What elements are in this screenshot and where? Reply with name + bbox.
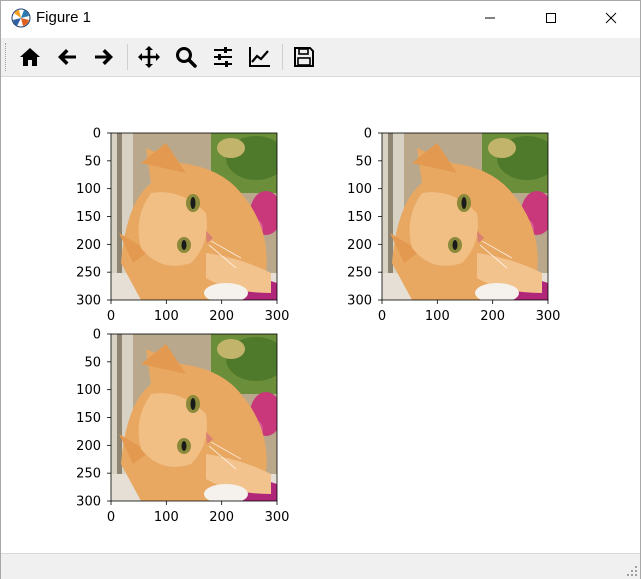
y-tick-label: 150 (347, 210, 372, 225)
x-tick-label: 0 (107, 510, 115, 525)
forward-button[interactable] (89, 42, 119, 72)
pan-button[interactable] (134, 42, 164, 72)
edit-axes-button[interactable] (245, 42, 275, 72)
kitten-image (111, 133, 286, 303)
close-button[interactable] (588, 1, 634, 35)
x-tick-label: 0 (378, 309, 386, 324)
maximize-button[interactable] (528, 1, 574, 35)
y-tick-label: 200 (76, 439, 101, 454)
arrow-right-icon (95, 49, 113, 65)
y-tick-label: 200 (76, 238, 101, 253)
x-tick-label: 100 (154, 510, 179, 525)
figure-svg: 0 50 100 150 200 250 300 0 100 200 300 0 50 100 150 200… (76, 127, 560, 526)
y-tick-label: 300 (347, 294, 372, 309)
zoom-button[interactable] (171, 42, 201, 72)
title-bar: Figure 1 (1, 1, 640, 37)
y-tick-label: 150 (76, 411, 101, 426)
y-tick-label: 100 (347, 182, 372, 197)
y-tick-label: 0 (93, 127, 101, 142)
y-tick-label: 200 (347, 238, 372, 253)
figure-window: Figure 1 0 50 100 150 200 250 300 0 100 … (0, 0, 641, 579)
y-tick-label: 0 (364, 127, 372, 142)
y-tick-label: 250 (347, 266, 372, 281)
y-tick-label: 50 (84, 154, 101, 169)
minimize-button[interactable] (467, 1, 513, 35)
window-title: Figure 1 (36, 9, 92, 26)
x-tick-label: 300 (265, 309, 290, 324)
kitten-image (111, 334, 286, 504)
y-tick-label: 0 (93, 328, 101, 343)
x-tick-label: 200 (480, 309, 505, 324)
close-icon (605, 12, 617, 24)
x-tick-label: 200 (209, 510, 234, 525)
status-bar (1, 553, 640, 579)
figure-canvas[interactable]: 0 50 100 150 200 250 300 0 100 200 300 0 50 100 150 200… (1, 77, 640, 552)
home-icon (20, 48, 40, 66)
subplots-group: 0 50 100 150 200 250 300 0 100 200 300 0 50 100 150 200… (76, 127, 560, 526)
minimize-icon (485, 17, 495, 19)
y-tick-label: 50 (355, 154, 372, 169)
home-button[interactable] (15, 42, 45, 72)
y-tick-label: 300 (76, 495, 101, 510)
x-tick-label: 200 (209, 309, 234, 324)
y-tick-label: 100 (76, 383, 101, 398)
y-tick-label: 250 (76, 266, 101, 281)
y-tick-label: 250 (76, 467, 101, 482)
navigation-toolbar (1, 38, 640, 77)
x-tick-label: 300 (536, 309, 561, 324)
sliders-icon (214, 47, 232, 67)
subplot-axes[interactable]: 0 50 100 150 200 250 300 0 100 200 300 (76, 328, 289, 526)
floppy-disk-icon (294, 47, 314, 67)
x-tick-label: 100 (154, 309, 179, 324)
arrow-left-icon (58, 49, 76, 65)
toolbar-separator (282, 44, 283, 70)
back-button[interactable] (52, 42, 82, 72)
magnifier-icon (176, 47, 197, 68)
matplotlib-logo-icon (11, 8, 31, 28)
toolbar-separator (127, 44, 128, 70)
save-button[interactable] (289, 42, 319, 72)
subplots-button[interactable] (208, 42, 238, 72)
y-tick-label: 100 (76, 182, 101, 197)
x-tick-label: 100 (425, 309, 450, 324)
subplot-axes[interactable]: 0 50 100 150 200 250 300 0 100 200 300 (76, 127, 289, 325)
maximize-icon (546, 13, 556, 23)
toolbar-grip[interactable] (5, 43, 9, 71)
subplot-axes[interactable]: 0 50 100 150 200 250 300 0 100 200 300 (347, 127, 560, 325)
x-tick-label: 0 (107, 309, 115, 324)
y-tick-label: 150 (76, 210, 101, 225)
size-grip-icon[interactable] (626, 565, 638, 577)
y-tick-label: 50 (84, 355, 101, 370)
y-tick-label: 300 (76, 294, 101, 309)
move-icon (138, 46, 160, 68)
kitten-image (382, 133, 557, 303)
x-tick-label: 300 (265, 510, 290, 525)
line-chart-icon (249, 47, 270, 67)
